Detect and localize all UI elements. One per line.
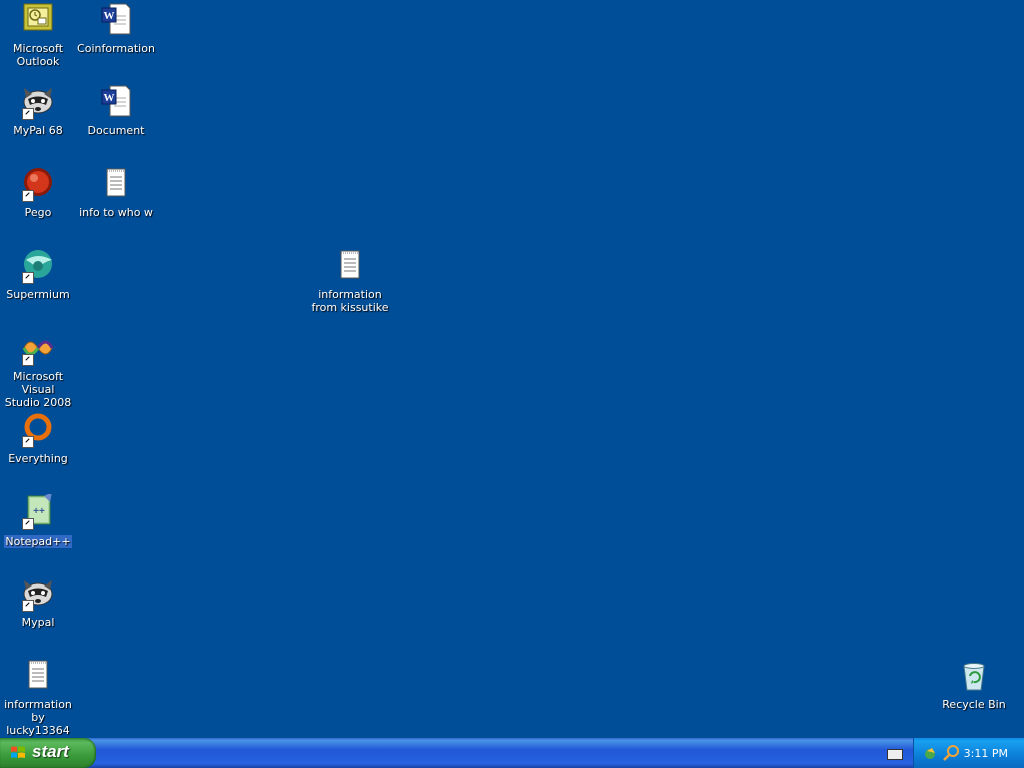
pego-icon [20, 166, 56, 202]
icon-label: inforrmation by lucky13364 [4, 698, 72, 737]
raccoon-icon [20, 576, 56, 612]
svg-text:++: ++ [33, 506, 45, 517]
recycle-bin-icon [956, 658, 992, 694]
outlook-icon [20, 2, 56, 38]
icon-label: Supermium [6, 288, 70, 301]
desktop-icon-notepadpp[interactable]: ++ Notepad++ [0, 492, 78, 549]
icon-label: Coinformation [77, 42, 155, 55]
raccoon-icon [20, 84, 56, 120]
shortcut-arrow-icon [22, 518, 34, 530]
desktop-icon-supermium[interactable]: Supermium [0, 248, 78, 301]
desktop-icon-pego[interactable]: Pego [0, 166, 78, 219]
svg-text:W: W [104, 10, 115, 22]
desktop-icon-document[interactable]: W Document [76, 84, 156, 137]
icon-label: Document [87, 124, 145, 137]
icon-label: Mypal [21, 616, 55, 629]
icon-label: Everything [8, 452, 68, 465]
desktop-icon-info-to-who[interactable]: info to who w [76, 166, 156, 219]
desktop-icon-recycle-bin[interactable]: Recycle Bin [934, 658, 1014, 711]
shortcut-arrow-icon [22, 190, 34, 202]
shortcut-arrow-icon [22, 600, 34, 612]
icon-label: Notepad++ [4, 535, 72, 548]
start-label: start [32, 742, 69, 761]
icon-label: Recycle Bin [942, 698, 1006, 711]
icon-label: Microsoft Visual Studio 2008 [4, 370, 72, 409]
desktop-icon-outlook[interactable]: Microsoft Outlook [0, 2, 78, 68]
desktop-icon-info-kissutike[interactable]: information from kissutike [310, 248, 390, 314]
desktop-icon-info-lucky[interactable]: inforrmation by lucky13364 [0, 658, 78, 737]
visual-studio-icon [20, 330, 56, 366]
start-button[interactable]: start [0, 738, 96, 768]
notepadpp-icon: ++ [20, 492, 56, 530]
desktop-icon-mypal68[interactable]: MyPal 68 [0, 84, 78, 137]
notepad-document-icon [20, 658, 56, 694]
icon-label: information from kissutike [311, 288, 389, 314]
shortcut-arrow-icon [22, 436, 34, 448]
windows-logo-icon [11, 746, 25, 758]
shortcut-arrow-icon [22, 354, 34, 366]
system-tray: 3:11 PM [913, 738, 1024, 768]
word-document-icon: W [98, 84, 134, 120]
desktop-icon-coinformation[interactable]: W Coinformation [76, 2, 156, 55]
desktop-icon-visual-studio[interactable]: Microsoft Visual Studio 2008 [0, 330, 78, 409]
desktop-icon-mypal[interactable]: Mypal [0, 576, 78, 629]
desktop-icon-everything[interactable]: Everything [0, 412, 78, 465]
svg-text:W: W [104, 92, 115, 104]
taskbar: start 3:11 PM [0, 738, 1024, 768]
keyboard-icon[interactable] [887, 749, 903, 760]
notepad-document-icon [332, 248, 368, 284]
network-icon[interactable] [924, 745, 940, 761]
supermium-icon [20, 248, 56, 284]
icon-label: Microsoft Outlook [12, 42, 64, 68]
shortcut-arrow-icon [22, 108, 34, 120]
notepad-document-icon [98, 166, 134, 202]
icon-label: MyPal 68 [13, 124, 63, 137]
icon-label: Pego [24, 206, 52, 219]
icon-label: info to who w [79, 206, 153, 219]
word-document-icon: W [98, 2, 134, 38]
search-icon[interactable] [942, 744, 960, 762]
shortcut-arrow-icon [22, 272, 34, 284]
everything-icon [20, 412, 56, 448]
clock[interactable]: 3:11 PM [964, 747, 1008, 760]
